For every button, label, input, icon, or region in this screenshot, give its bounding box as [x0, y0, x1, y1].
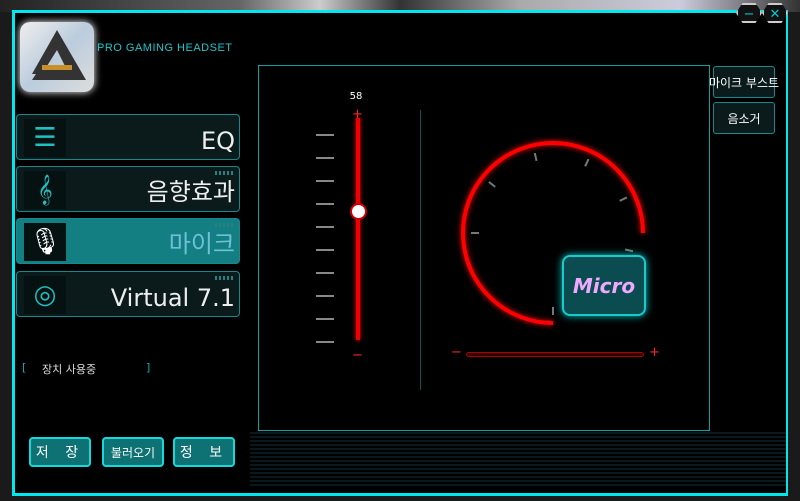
scale-tick: [316, 203, 334, 205]
scale-tick: [316, 272, 334, 274]
nav-label: Virtual 7.1: [110, 284, 235, 312]
nav-eq[interactable]: ☰ EQ: [16, 114, 240, 160]
minus-icon[interactable]: −: [352, 348, 363, 363]
plus-icon[interactable]: +: [649, 345, 660, 360]
save-button[interactable]: 저 장: [29, 437, 91, 467]
nav-virtual-71[interactable]: ◎ Virtual 7.1: [16, 271, 240, 317]
treble-clef-icon: 𝄞: [24, 171, 66, 209]
scale-tick: [316, 157, 334, 159]
scale-tick: [316, 295, 334, 297]
device-status: [장치 사용중]: [22, 361, 151, 376]
gauge-tick: [488, 181, 496, 188]
nav-label: 마이크: [168, 230, 235, 258]
micro-button[interactable]: Micro: [562, 255, 646, 316]
nav-label: 음향효과: [146, 178, 235, 206]
scale-tick: [316, 249, 334, 251]
minus-icon[interactable]: −: [451, 345, 462, 360]
gauge-tick: [533, 152, 538, 162]
mic-boost-button[interactable]: 마이크 부스트: [709, 66, 779, 98]
nav-sound-effects[interactable]: 𝄞 음향효과: [16, 166, 240, 212]
scale-tick: [316, 341, 334, 343]
microphone-icon: 🎙: [24, 223, 66, 261]
scale-tick: [316, 226, 334, 228]
info-button[interactable]: 정 보: [173, 437, 235, 467]
surround-headphone-icon: ◎: [24, 276, 66, 314]
nav-mic[interactable]: 🎙 마이크: [16, 218, 240, 264]
brand-title: PRO GAMING HEADSET: [97, 42, 233, 54]
scale-tick: [316, 180, 334, 182]
decorative-grid: [250, 430, 786, 486]
logo: [20, 22, 94, 92]
gauge-tick: [584, 158, 590, 167]
mic-boost-bar[interactable]: [466, 352, 644, 357]
scale-tick: [316, 134, 334, 136]
plus-icon[interactable]: +: [352, 107, 363, 122]
nav-label: EQ: [200, 127, 235, 155]
gauge-tick: [624, 248, 634, 253]
equalizer-icon: ☰: [24, 119, 66, 157]
mic-volume-slider[interactable]: [356, 118, 360, 340]
mic-volume-value: 58: [349, 91, 363, 102]
load-button[interactable]: 불러오기: [102, 437, 164, 467]
mute-button[interactable]: 음소거: [713, 102, 775, 134]
scale-tick: [316, 318, 334, 320]
gauge-tick: [619, 196, 628, 202]
